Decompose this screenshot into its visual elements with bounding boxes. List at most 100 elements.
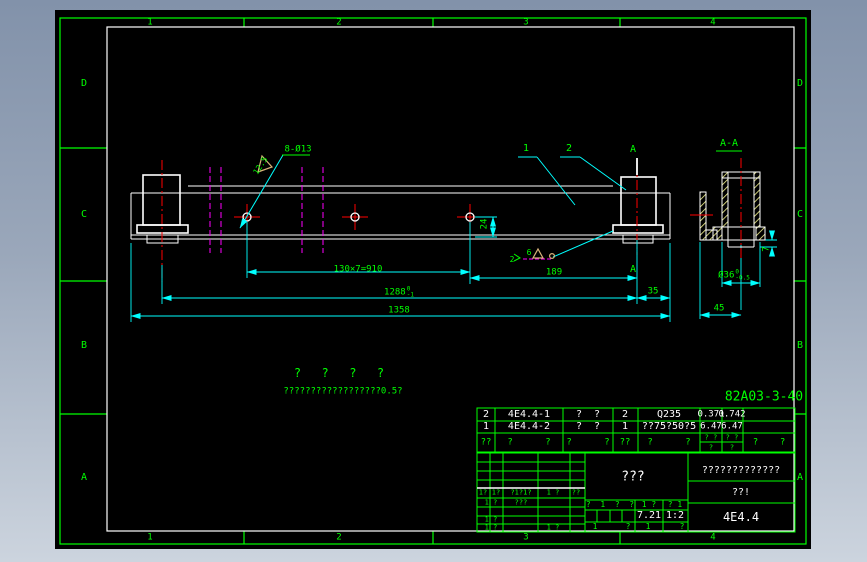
tech-req-title: ? ? ? ? (294, 367, 386, 379)
zone-row-a-right: A (797, 473, 803, 483)
weight-label: 1 ? (642, 501, 656, 509)
zone-col-4-bottom: 4 (710, 534, 715, 543)
company-name: ????????????? (702, 466, 780, 476)
parts-header-remark: ? ? (753, 439, 786, 448)
section-mark-bottom: A (630, 265, 636, 275)
rev-header-cell: 1? (492, 490, 500, 497)
doc-number: 82A03-3-40 (725, 391, 803, 404)
holes-callout: 8-Ø13 (284, 146, 311, 155)
zone-row-b-right: B (797, 341, 803, 351)
weld-leader-dot (550, 254, 555, 259)
rev-header-cell: ?? (572, 490, 580, 497)
parts-header-w2: ? ? (726, 435, 739, 442)
dim-section-45: 45 (714, 305, 725, 314)
tech-req-line: ??????????????????0.5? (283, 388, 402, 397)
parts-row-no: 2 (483, 410, 489, 420)
parts-row-code: 4E4.4-2 (508, 422, 550, 432)
stage-cells: ? 1 ? ? (586, 501, 634, 509)
parts-header-code: ? ? (507, 439, 550, 448)
dimension-lines (131, 217, 772, 316)
zone-row-c-left: C (81, 210, 87, 220)
dim-hole-pitch: 130×7=910 (334, 266, 383, 275)
rev-row-cell: 1 ? (485, 500, 498, 507)
zone-col-2-bottom: 2 (336, 534, 341, 543)
hidden-lines (210, 167, 553, 259)
dim-length-1288: 12880-1 (384, 287, 414, 300)
rev-row-cell: 1 ? (485, 525, 498, 532)
parts-header-w2b: ? (730, 445, 734, 452)
sheet-cell: 1 (593, 523, 598, 531)
green-marks (282, 151, 742, 261)
title-block-drawing-name: ??? (621, 471, 644, 484)
section-centerlines (690, 158, 741, 258)
centerlines (162, 160, 637, 282)
parts-row-material: ??75?50?5 (642, 422, 696, 432)
leader-lines (240, 155, 626, 257)
parts-header-name: ? ? (566, 439, 609, 448)
rev-row-cell: ??? (515, 500, 528, 507)
section-view-title: A-A (720, 139, 738, 149)
dim-end-35: 35 (648, 288, 659, 297)
zone-row-c-right: C (797, 210, 803, 220)
parts-row-name: ? ? (576, 410, 600, 420)
beam-outline (131, 186, 670, 239)
drawing-number: 4E4.4 (723, 511, 759, 523)
end-blocks (137, 175, 663, 243)
rev-header-cell: ?1?1? (510, 490, 531, 497)
dim-length-1358: 1358 (388, 307, 410, 316)
zone-col-2-top: 2 (336, 19, 341, 28)
sheet-cell: 1 (646, 523, 651, 531)
zone-col-4-top: 4 (710, 19, 715, 28)
zone-row-d-right: D (797, 79, 803, 89)
zone-col-3-top: 3 (523, 19, 528, 28)
parts-row-name: ? ? (576, 422, 600, 432)
parts-row-material: Q235 (657, 410, 681, 420)
parts-row-unit-weight: 6.47 (700, 423, 722, 432)
extension-lines (131, 217, 777, 322)
drawing-border (107, 27, 794, 531)
bolt-holes (243, 213, 474, 221)
balloon-2: 2 (566, 144, 572, 154)
rev-row-cell: 1 ? (485, 517, 498, 524)
parts-row-total-weight: 0.742 (718, 411, 745, 420)
cad-viewport[interactable]: 1 2 3 4 1 2 3 4 D C B A D C B A 8-Ø13 12… (55, 10, 811, 549)
parts-row-qty: 1 (622, 422, 628, 432)
balloon-1: 1 (523, 144, 529, 154)
zone-col-3-bottom: 3 (523, 534, 528, 543)
parts-row-total-weight: 6.47 (721, 423, 743, 432)
parts-header-w1: ? ? (705, 435, 718, 442)
weld-size: 6 (527, 249, 532, 257)
section-mark-top: A (630, 145, 636, 155)
weight-value: 7.21 (637, 511, 661, 521)
parts-row-code: 4E4.4-1 (508, 410, 550, 420)
zone-col-1-top: 1 (147, 19, 152, 28)
scale-label: ? 1 (668, 501, 682, 509)
parts-row-no: 1 (483, 422, 489, 432)
dim-hole-edge-24: 24 (481, 219, 490, 230)
parts-header-no: ?? (481, 439, 492, 448)
zone-row-d-left: D (81, 79, 87, 89)
parts-row-qty: 2 (622, 410, 628, 420)
rev-row-cell: 1 ? (547, 525, 560, 532)
rev-header-cell: 1 ? (547, 490, 560, 497)
weld-fillet-icon (533, 249, 543, 258)
parts-header-qty: ?? (620, 439, 631, 448)
sheet-cell: ? (626, 523, 631, 531)
sheet-cell: ? (680, 523, 685, 531)
product-name: ??! (732, 488, 750, 498)
zone-col-1-bottom: 1 (147, 534, 152, 543)
section-view (700, 172, 765, 247)
weld-arrow-icon (514, 254, 520, 261)
weld-count: 2 (510, 256, 515, 264)
zone-row-b-left: B (81, 341, 87, 351)
desktop-background: 1 2 3 4 1 2 3 4 D C B A D C B A 8-Ø13 12… (0, 0, 867, 562)
scale-value: 1:2 (666, 511, 684, 521)
parts-header-w1b: ? (709, 445, 713, 452)
dim-protrusion-7: 7 (763, 246, 772, 251)
parts-header-material: ? ? (647, 439, 690, 448)
dim-offset-189: 189 (546, 269, 562, 278)
dim-bore-36: Ø360-0.5 (718, 270, 750, 283)
sheet-zone-frame (60, 18, 806, 544)
zone-row-a-left: A (81, 473, 87, 483)
rev-header-cell: 1? (479, 490, 487, 497)
